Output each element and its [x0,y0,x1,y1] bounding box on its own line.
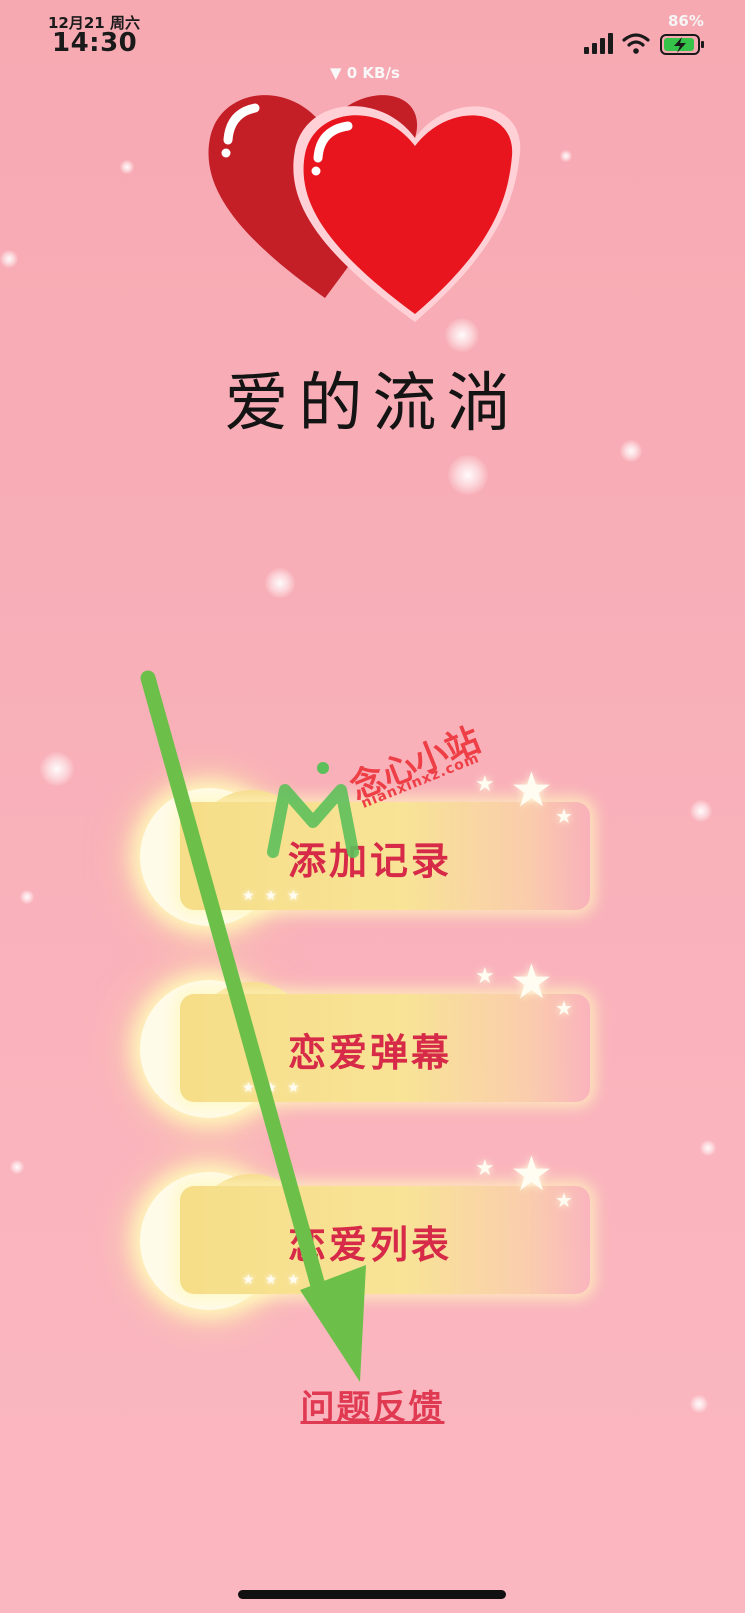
home-indicator[interactable] [238,1590,506,1599]
app-screen: 12月21 周六 14:30 86% ▼ 0 KB/s 爱的流淌 ★ ★ ★ ★… [0,0,745,1613]
annotation-arrow-icon [140,670,366,1382]
